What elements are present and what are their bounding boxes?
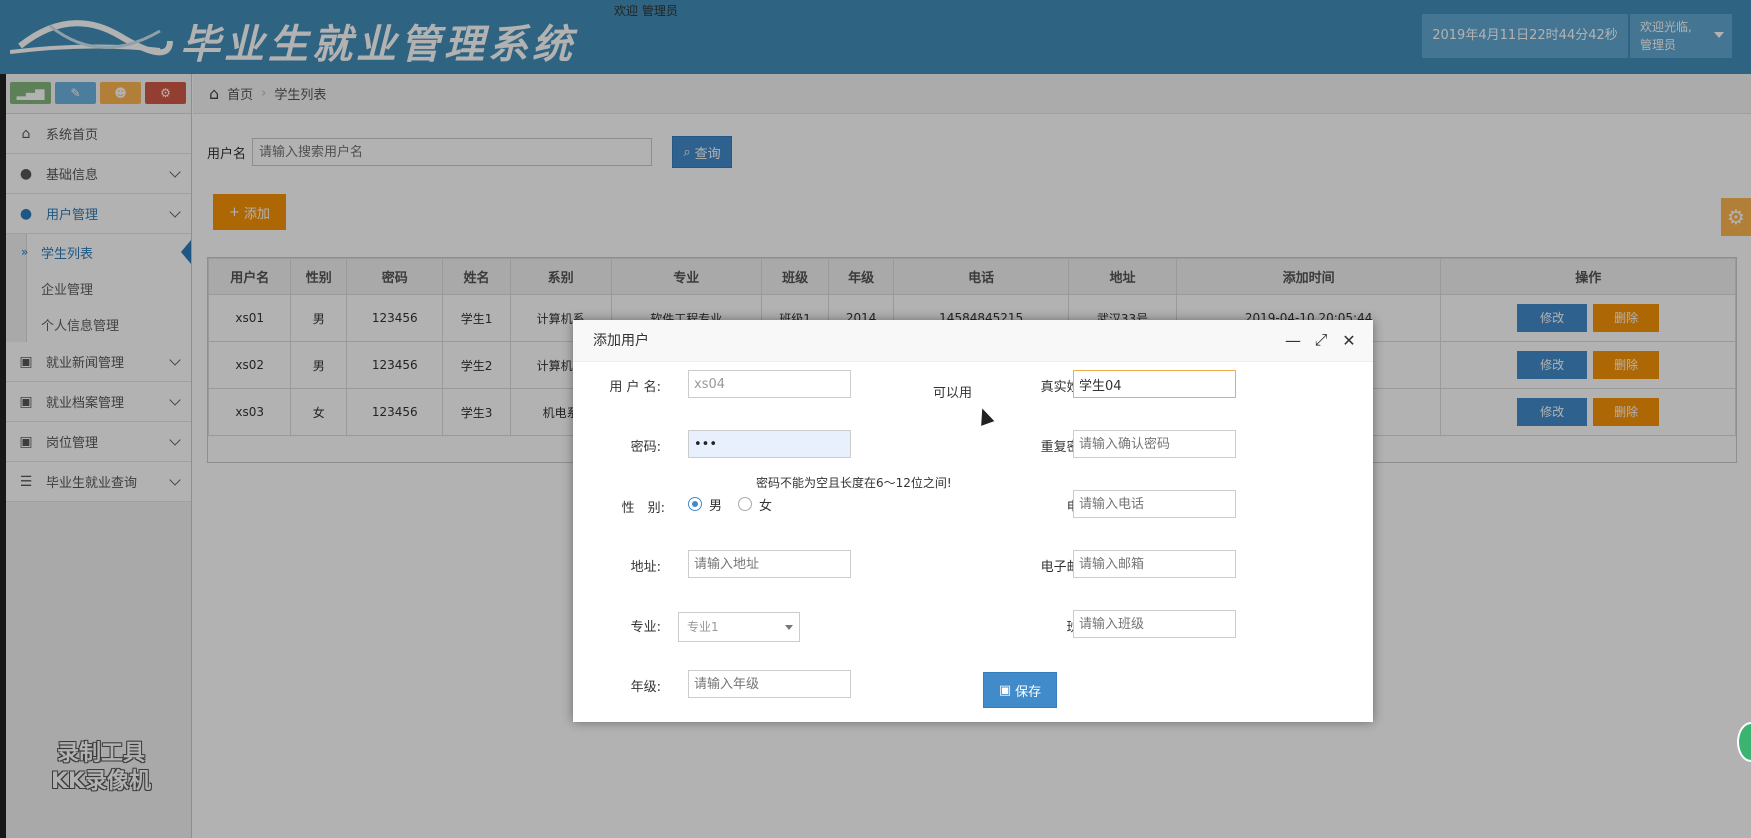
class-field[interactable] bbox=[1073, 610, 1236, 638]
email-field[interactable] bbox=[1073, 550, 1236, 578]
username-label: 用 户 名: bbox=[609, 380, 661, 395]
realname-field[interactable] bbox=[1073, 370, 1236, 398]
add-user-dialog: 添加用户 — ⤢ ✕ 用 户 名: 可以用 真实姓名: 密码: 密码不能为空且长… bbox=[573, 320, 1373, 722]
gender-label: 性 别: bbox=[621, 501, 665, 516]
save-button-label: 保存 bbox=[1015, 684, 1042, 700]
dialog-title: 添加用户 bbox=[573, 320, 1373, 362]
gender-female-radio[interactable] bbox=[738, 497, 752, 511]
password-field[interactable] bbox=[688, 430, 851, 458]
gender-male-radio[interactable] bbox=[688, 497, 702, 511]
major-select[interactable]: 专业1 bbox=[678, 612, 800, 642]
phone-field[interactable] bbox=[1073, 490, 1236, 518]
password-hint: 密码不能为空且长度在6～12位之间! bbox=[756, 476, 952, 490]
address-label: 地址: bbox=[630, 560, 661, 575]
major-label: 专业: bbox=[630, 620, 661, 635]
grade-field[interactable] bbox=[688, 670, 851, 698]
gender-female-label: 女 bbox=[759, 499, 773, 514]
username-field[interactable] bbox=[688, 370, 851, 398]
maximize-icon[interactable]: ⤢ bbox=[1313, 330, 1329, 349]
address-field[interactable] bbox=[688, 550, 851, 578]
minimize-icon[interactable]: — bbox=[1285, 331, 1301, 350]
repeat-password-field[interactable] bbox=[1073, 430, 1236, 458]
password-label: 密码: bbox=[630, 440, 661, 455]
major-selected-value: 专业1 bbox=[687, 620, 719, 634]
save-icon: ▣ bbox=[998, 682, 1012, 698]
dialog-controls: — ⤢ ✕ bbox=[1285, 330, 1357, 350]
username-available-text: 可以用 bbox=[933, 386, 973, 401]
save-button[interactable]: ▣ 保存 bbox=[983, 672, 1057, 708]
gender-male-label: 男 bbox=[709, 499, 723, 514]
caret-down-icon bbox=[785, 625, 793, 630]
close-icon[interactable]: ✕ bbox=[1341, 331, 1357, 350]
grade-label: 年级: bbox=[630, 680, 661, 695]
